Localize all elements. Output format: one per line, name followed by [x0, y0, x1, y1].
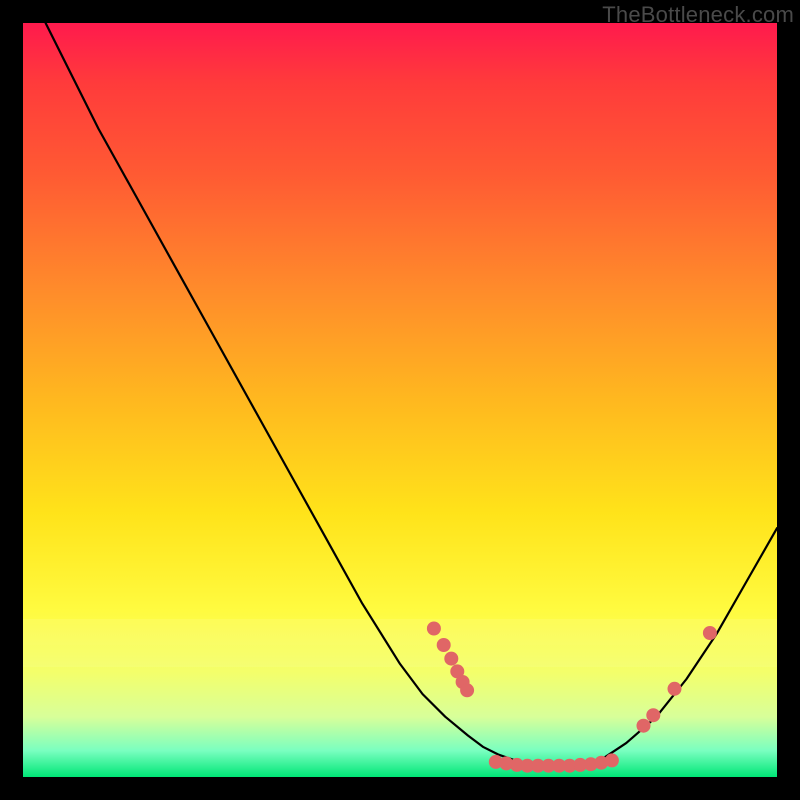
data-point — [445, 652, 458, 665]
data-point — [647, 709, 660, 722]
chart-plot-area — [23, 23, 777, 777]
data-point — [637, 719, 650, 732]
data-point — [461, 684, 474, 697]
data-point — [668, 682, 681, 695]
data-point — [437, 639, 450, 652]
chart-svg — [23, 23, 777, 777]
data-point — [427, 622, 440, 635]
data-point — [605, 754, 618, 767]
bottleneck-curve — [46, 23, 777, 766]
data-point — [703, 627, 716, 640]
watermark-text: TheBottleneck.com — [602, 2, 794, 28]
